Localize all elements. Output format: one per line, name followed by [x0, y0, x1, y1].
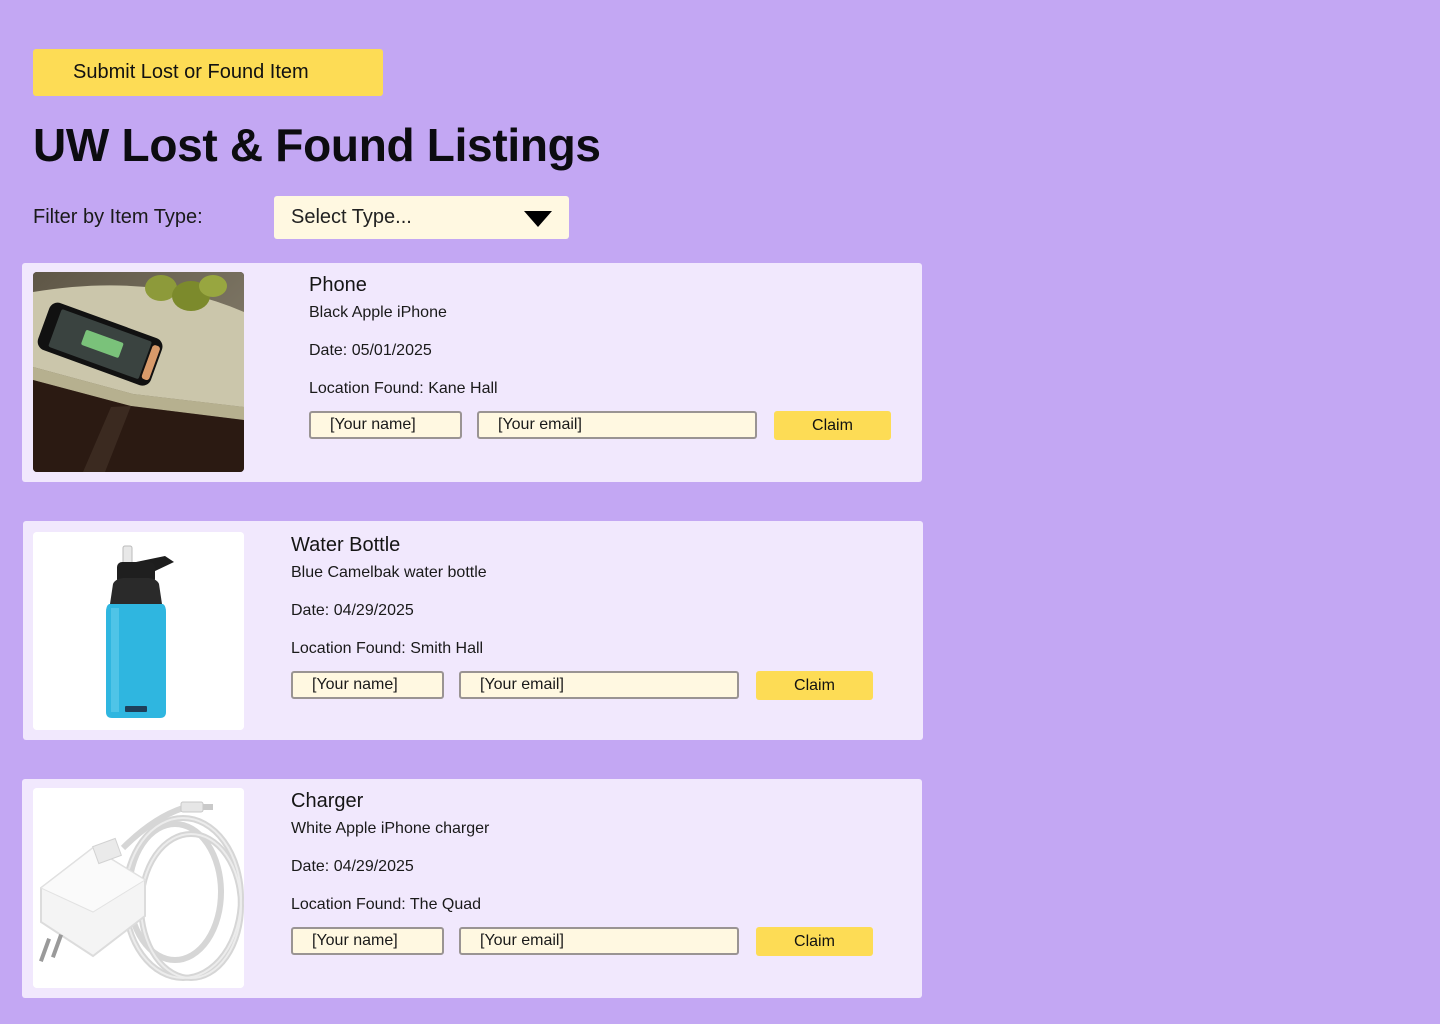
item-location: Location Found: The Quad: [291, 896, 482, 913]
item-description: Black Apple iPhone: [309, 304, 447, 321]
claimant-email-input[interactable]: [477, 411, 757, 439]
claimant-name-input[interactable]: [309, 411, 462, 439]
item-title: Phone: [309, 274, 367, 296]
item-date: Date: 05/01/2025: [309, 342, 432, 359]
listing-card-charger: Charger White Apple iPhone charger Date:…: [22, 779, 922, 998]
claimant-email-input[interactable]: [459, 671, 739, 699]
claimant-email-input[interactable]: [459, 927, 739, 955]
claimant-name-input[interactable]: [291, 671, 444, 699]
item-date: Date: 04/29/2025: [291, 858, 414, 875]
submit-item-button[interactable]: Submit Lost or Found Item: [33, 49, 383, 96]
claim-button[interactable]: Claim: [756, 927, 873, 956]
item-date: Date: 04/29/2025: [291, 602, 414, 619]
item-description: White Apple iPhone charger: [291, 820, 490, 837]
item-title: Charger: [291, 790, 364, 812]
claim-button[interactable]: Claim: [756, 671, 873, 700]
item-description: Blue Camelbak water bottle: [291, 564, 487, 581]
item-type-select[interactable]: Select Type...: [274, 196, 569, 239]
chevron-down-icon: [524, 211, 552, 227]
claim-button[interactable]: Claim: [774, 411, 891, 440]
page-title: UW Lost & Found Listings: [33, 119, 601, 171]
item-location: Location Found: Kane Hall: [309, 380, 498, 397]
claimant-name-input[interactable]: [291, 927, 444, 955]
item-title: Water Bottle: [291, 534, 401, 556]
filter-label: Filter by Item Type:: [33, 206, 203, 228]
item-type-select-value: Select Type...: [291, 206, 412, 228]
listing-card-phone: Phone Black Apple iPhone Date: 05/01/202…: [22, 263, 922, 482]
listing-card-water-bottle: Water Bottle Blue Camelbak water bottle …: [23, 521, 923, 740]
item-location: Location Found: Smith Hall: [291, 640, 484, 657]
